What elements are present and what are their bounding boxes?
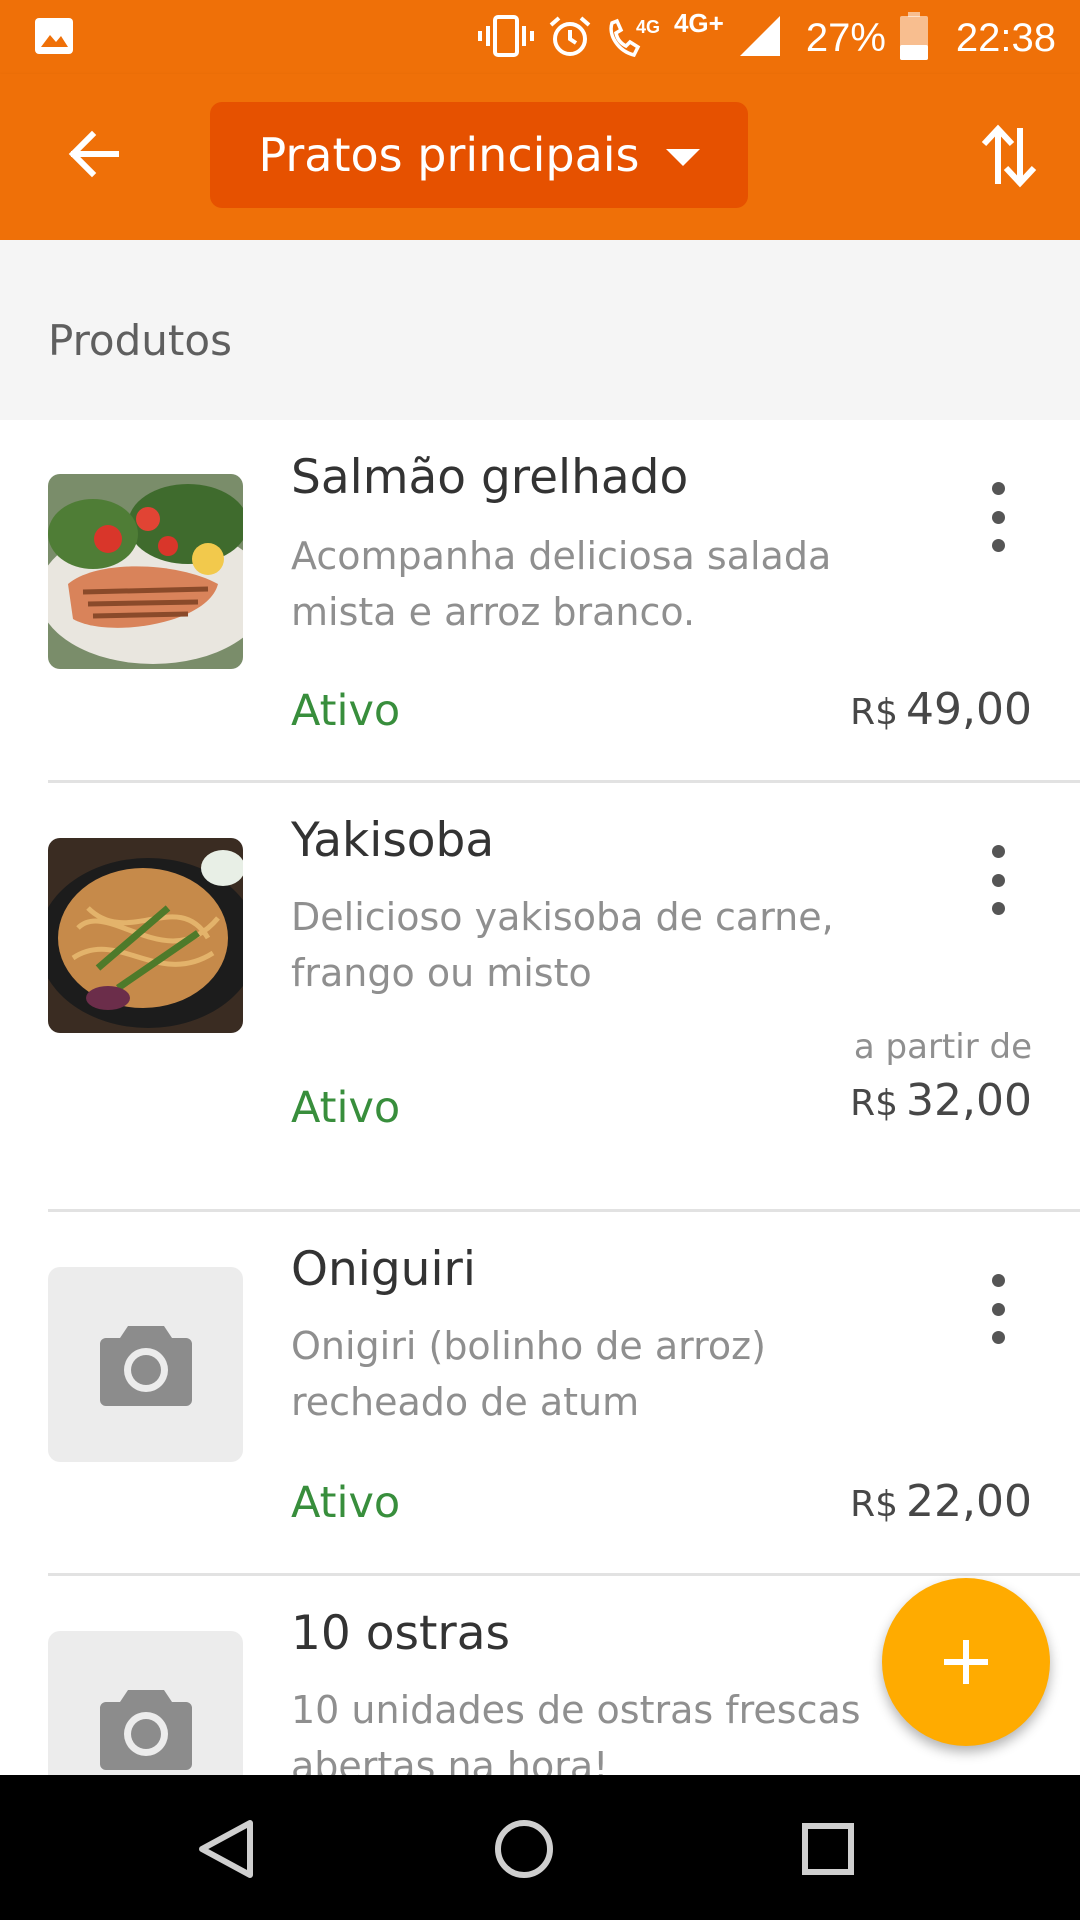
image-placeholder <box>48 1631 243 1775</box>
camera-icon <box>99 1689 192 1770</box>
product-description: Acompanha deliciosa salada mista e arroz… <box>291 534 832 634</box>
product-name: Yakisoba <box>291 813 495 868</box>
vibrate-icon <box>477 14 534 62</box>
product-name: 10 ostras <box>291 1606 511 1661</box>
list-item[interactable]: Oniguiri Onigiri (bolinho de arroz) rech… <box>0 1212 1080 1577</box>
currency-symbol: R$ <box>850 1484 899 1525</box>
product-price: R$ 49,00 <box>850 684 1032 735</box>
yakisoba-photo <box>48 838 243 1033</box>
more-options-button[interactable] <box>978 482 1018 552</box>
product-description: Onigiri (bolinho de arroz) recheado de a… <box>291 1324 766 1424</box>
section-header: Produtos <box>0 240 1080 420</box>
back-button[interactable] <box>64 124 124 184</box>
product-price: R$ 32,00 <box>850 1075 1032 1126</box>
caret-down-icon <box>665 148 700 166</box>
triangle-back-icon <box>199 1820 253 1878</box>
signal-icon <box>738 14 782 62</box>
system-nav-bar <box>0 1775 1080 1920</box>
currency-symbol: R$ <box>850 1083 899 1124</box>
list-item[interactable]: Salmão grelhado Acompanha deliciosa sala… <box>0 420 1080 785</box>
image-placeholder <box>48 1267 243 1462</box>
price-value: 22,00 <box>906 1476 1032 1527</box>
nav-back-button[interactable] <box>186 1809 266 1889</box>
category-dropdown[interactable]: Pratos principais <box>210 102 748 208</box>
app-bar: Pratos principais <box>0 74 1080 240</box>
list-item[interactable]: Yakisoba Delicioso yakisoba de carne, fr… <box>0 783 1080 1213</box>
status-label: Ativo <box>291 1478 401 1528</box>
camera-icon <box>99 1325 192 1406</box>
circle-home-icon <box>495 1820 553 1878</box>
arrow-left-icon <box>68 130 119 178</box>
clock: 22:38 <box>955 15 1056 60</box>
more-options-button[interactable] <box>978 845 1018 915</box>
product-description: 10 unidades de ostras frescas abertas na… <box>291 1688 861 1775</box>
currency-symbol: R$ <box>850 692 899 733</box>
nav-home-button[interactable] <box>484 1809 564 1889</box>
product-description: Delicioso yakisoba de carne, frango ou m… <box>291 895 834 995</box>
nav-recents-button[interactable] <box>788 1809 868 1889</box>
product-list[interactable]: Salmão grelhado Acompanha deliciosa sala… <box>0 420 1080 1775</box>
network-label: 4G+ <box>673 8 724 38</box>
product-name: Oniguiri <box>291 1242 476 1297</box>
square-recents-icon <box>802 1823 854 1875</box>
battery-percent: 27% <box>805 15 886 60</box>
battery-icon <box>899 12 928 64</box>
more-options-button[interactable] <box>978 1274 1018 1344</box>
image-icon <box>34 16 74 56</box>
sort-button[interactable] <box>976 122 1040 190</box>
price-value: 49,00 <box>906 684 1032 735</box>
product-name: Salmão grelhado <box>291 450 689 505</box>
section-title: Produtos <box>48 316 232 365</box>
add-product-button[interactable] <box>882 1578 1050 1746</box>
price-prefix: a partir de <box>853 1027 1032 1067</box>
sort-icon <box>981 124 1037 188</box>
product-price: R$ 22,00 <box>850 1476 1032 1527</box>
status-label: Ativo <box>291 686 401 736</box>
price-value: 32,00 <box>906 1075 1032 1126</box>
alarm-icon <box>548 14 592 62</box>
status-bar: 4G 4G+ 27% 22:38 <box>0 0 1080 74</box>
category-label: Pratos principais <box>258 128 640 182</box>
status-label: Ativo <box>291 1083 401 1133</box>
plus-icon <box>944 1640 988 1684</box>
grilled-salmon-photo <box>48 474 243 669</box>
wifi-call-icon: 4G <box>606 17 660 59</box>
